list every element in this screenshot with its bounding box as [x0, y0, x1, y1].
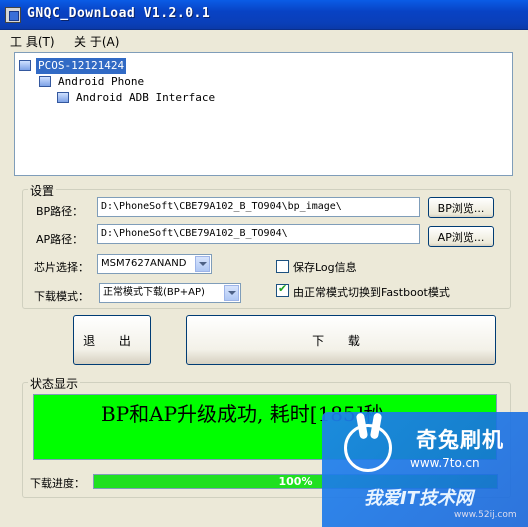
tree-item-label: PCOS-12121424 — [36, 58, 127, 74]
rabbit-logo-icon — [344, 424, 392, 472]
chevron-down-icon[interactable] — [195, 256, 210, 272]
progress-label: 下载进度： — [30, 477, 85, 490]
title-bar[interactable]: GNQC_DownLoad V1.2.0.1 — [0, 0, 528, 30]
menu-bar: 工 具(T) 关 于(A) — [0, 30, 528, 50]
download-button[interactable]: 下 载 — [186, 315, 496, 365]
chip-select-value: MSM7627ANAND — [101, 258, 187, 269]
watermark-url: www.7to.cn — [410, 456, 480, 470]
download-mode-label: 下载模式： — [34, 290, 89, 303]
ap-path-field[interactable]: D:\PhoneSoft\CBE79A102_B_TO904\ — [97, 224, 420, 244]
watermark-subtitle-url: www.52ij.com — [454, 510, 517, 520]
save-log-label: 保存Log信息 — [293, 261, 357, 274]
settings-group-title: 设置 — [28, 182, 57, 199]
bp-path-field[interactable]: D:\PhoneSoft\CBE79A102_B_TO904\bp_image\ — [97, 197, 420, 217]
fastboot-label: 由正常模式切换到Fastboot模式 — [293, 286, 450, 299]
app-icon — [5, 7, 21, 23]
ap-path-label: AP路径： — [36, 233, 84, 246]
device-icon — [39, 76, 51, 87]
status-group-title: 状态显示 — [28, 375, 81, 392]
computer-icon — [19, 60, 31, 71]
tree-item-label: Android ADB Interface — [76, 91, 216, 104]
ap-browse-button[interactable]: AP浏览... — [428, 226, 494, 247]
chip-select[interactable]: MSM7627ANAND — [97, 254, 212, 274]
download-mode-select[interactable]: 正常模式下载(BP+AP) — [99, 283, 241, 303]
download-mode-value: 正常模式下载(BP+AP) — [103, 287, 205, 298]
device-icon — [57, 92, 69, 103]
chip-select-label: 芯片选择： — [34, 261, 89, 274]
tree-item-label: Android Phone — [58, 75, 145, 88]
watermark-title: 奇兔刷机 — [416, 428, 504, 452]
menu-tools[interactable]: 工 具(T) — [10, 33, 55, 50]
menu-about[interactable]: 关 于(A) — [74, 33, 119, 50]
chevron-down-icon[interactable] — [224, 285, 239, 301]
bp-browse-button[interactable]: BP浏览... — [428, 197, 494, 218]
device-tree[interactable]: PCOS-12121424 Android Phone Android ADB … — [14, 52, 513, 176]
save-log-checkbox[interactable] — [276, 260, 289, 273]
watermark-overlay: 奇兔刷机 www.7to.cn 我爱IT技术网 www.52ij.com — [322, 412, 528, 527]
watermark-subtitle: 我爱IT技术网 — [364, 488, 473, 509]
fastboot-checkbox[interactable] — [276, 282, 289, 297]
exit-button[interactable]: 退 出 — [73, 315, 151, 365]
bp-path-label: BP路径： — [36, 205, 84, 218]
window-title: GNQC_DownLoad V1.2.0.1 — [27, 6, 211, 21]
